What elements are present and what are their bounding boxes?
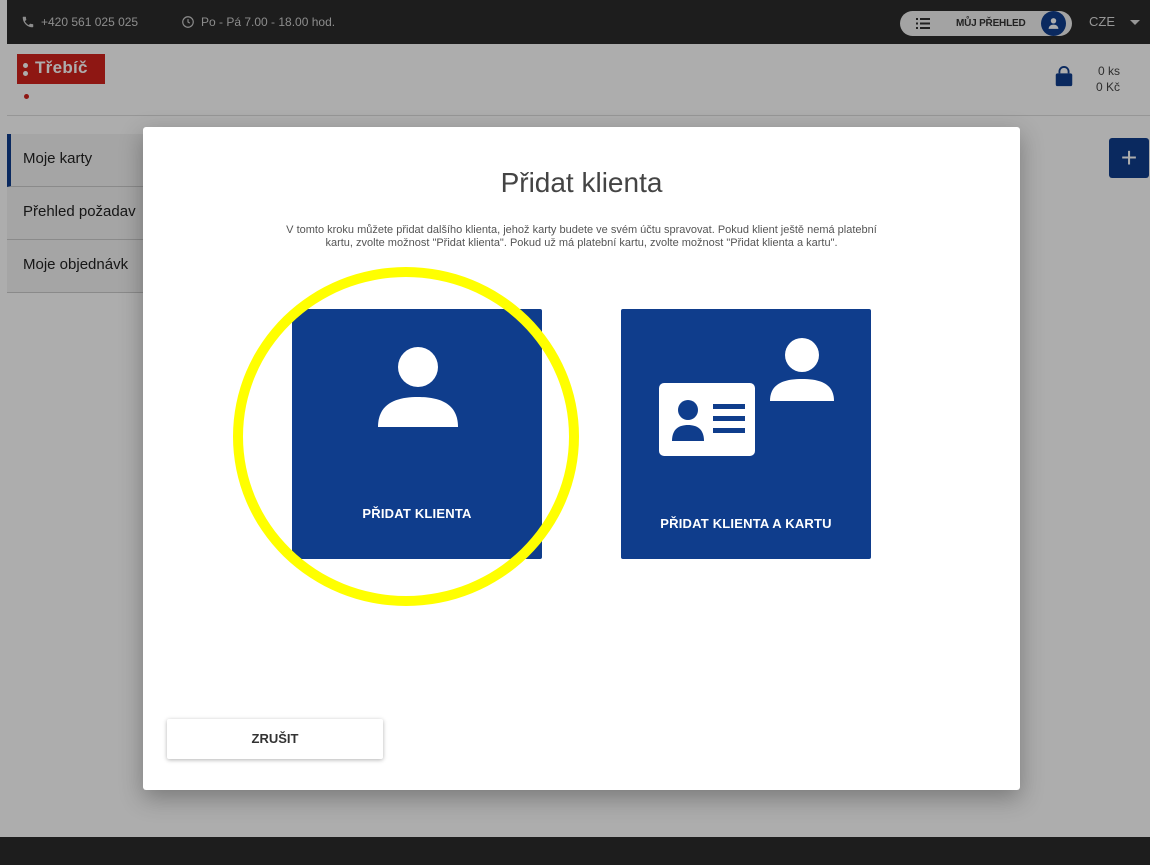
- app-root: +420 561 025 025 Po - Pá 7.00 - 18.00 ho…: [0, 0, 1150, 865]
- add-client-dialog: Přidat klienta V tomto kroku můžete přid…: [143, 127, 1020, 790]
- id-card-person-icon: [659, 338, 834, 456]
- add-client-option[interactable]: PŘIDAT KLIENTA: [292, 309, 542, 559]
- dialog-title: Přidat klienta: [500, 167, 663, 198]
- add-client-label: PŘIDAT KLIENTA: [362, 506, 472, 521]
- cancel-button[interactable]: ZRUŠIT: [167, 719, 383, 759]
- add-client-and-card-option[interactable]: PŘIDAT KLIENTA A KARTU: [621, 309, 871, 559]
- person-icon: [378, 347, 458, 427]
- add-client-and-card-label: PŘIDAT KLIENTA A KARTU: [660, 516, 832, 531]
- dialog-description: V tomto kroku můžete přidat dalšího klie…: [286, 224, 877, 249]
